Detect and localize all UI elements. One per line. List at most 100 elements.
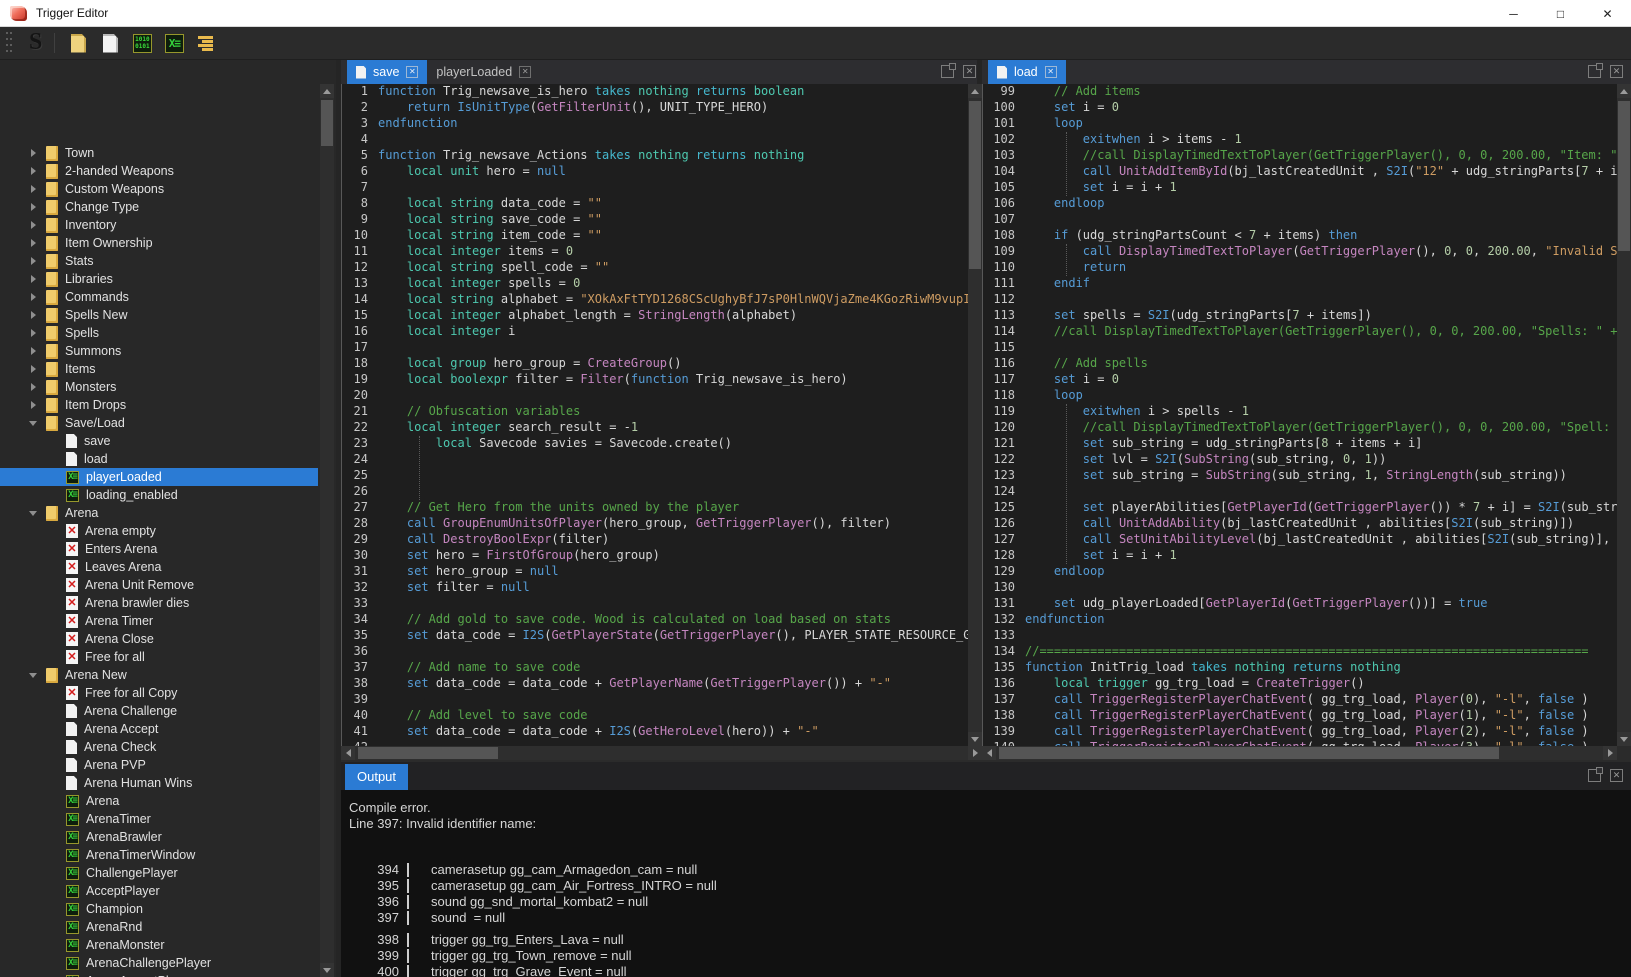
chevron-right-icon[interactable]: [20, 293, 46, 301]
tree-item-arenarnd[interactable]: X≡ArenaRnd: [0, 918, 318, 936]
jass-script-icon[interactable]: S: [29, 29, 42, 56]
tree-item-arena-pvp[interactable]: Arena PVP: [0, 756, 318, 774]
tree-item-challengeplayer[interactable]: X≡ChallengePlayer: [0, 864, 318, 882]
middle-editor-close-icon[interactable]: ✕: [963, 65, 976, 78]
variables-button[interactable]: [195, 32, 217, 54]
tree-item-spells-new[interactable]: Spells New: [0, 306, 318, 324]
tree-item-arenachallengeplayer[interactable]: X≡ArenaChallengePlayer: [0, 954, 318, 972]
middle-tab-playerloaded[interactable]: playerLoaded✕: [427, 60, 540, 84]
tree-item-loading-enabled[interactable]: X≡loading_enabled: [0, 486, 318, 504]
middle-code-editor[interactable]: 1function Trig_newsave_is_hero takes not…: [341, 84, 968, 746]
chevron-right-icon[interactable]: [20, 185, 46, 193]
right-vscroll-thumb[interactable]: [1618, 101, 1630, 251]
chevron-right-icon[interactable]: [20, 311, 46, 319]
tree-item-arena-accept[interactable]: Arena Accept: [0, 720, 318, 738]
scroll-down-icon[interactable]: [968, 732, 982, 746]
tree-item-arena-brawler-dies[interactable]: ✕Arena brawler dies: [0, 594, 318, 612]
tree-item-item-drops[interactable]: Item Drops: [0, 396, 318, 414]
scroll-left-icon[interactable]: [341, 746, 355, 760]
tree-item-monsters[interactable]: Monsters: [0, 378, 318, 396]
chevron-right-icon[interactable]: [20, 329, 46, 337]
tree-item-stats[interactable]: Stats: [0, 252, 318, 270]
right-hscrollbar[interactable]: [982, 746, 1617, 760]
middle-hscrollbar[interactable]: [341, 746, 982, 760]
tree-item-arena-challenge[interactable]: Arena Challenge: [0, 702, 318, 720]
chevron-right-icon[interactable]: [20, 203, 46, 211]
tree-item-arenatimer[interactable]: X≡ArenaTimer: [0, 810, 318, 828]
tree-item-arenamonster[interactable]: X≡ArenaMonster: [0, 936, 318, 954]
tree-item-arena-human-wins[interactable]: Arena Human Wins: [0, 774, 318, 792]
new-category-button[interactable]: [67, 32, 89, 54]
tree-item-arena[interactable]: X≡Arena: [0, 792, 318, 810]
chevron-right-icon[interactable]: [20, 275, 46, 283]
tree-item-town[interactable]: Town: [0, 144, 318, 162]
output-close-icon[interactable]: ✕: [1610, 769, 1623, 782]
tree-item-summons[interactable]: Summons: [0, 342, 318, 360]
tree-item-load[interactable]: load: [0, 450, 318, 468]
tree-item-free-for-all[interactable]: ✕Free for all: [0, 648, 318, 666]
chevron-right-icon[interactable]: [20, 401, 46, 409]
chevron-right-icon[interactable]: [20, 239, 46, 247]
tree-item-save[interactable]: save: [0, 432, 318, 450]
tree-item-leaves-arena[interactable]: ✕Leaves Arena: [0, 558, 318, 576]
tab-output[interactable]: Output: [345, 764, 408, 790]
tree-item-free-for-all-copy[interactable]: ✕Free for all Copy: [0, 684, 318, 702]
right-hscroll-thumb[interactable]: [999, 747, 1499, 759]
tree-item-playerloaded[interactable]: X≡playerLoaded: [0, 468, 318, 486]
chevron-right-icon[interactable]: [20, 221, 46, 229]
new-trigger-button[interactable]: [99, 32, 121, 54]
scroll-up-icon[interactable]: [968, 84, 982, 98]
tree-item-arenaacceptplayer[interactable]: X≡ArenaAcceptPlayer: [0, 972, 318, 977]
chevron-right-icon[interactable]: [20, 167, 46, 175]
scroll-left-icon[interactable]: [982, 746, 996, 760]
chevron-right-icon[interactable]: [20, 347, 46, 355]
toolbar-grip-handle[interactable]: [6, 32, 13, 55]
tree-item-enters-arena[interactable]: ✕Enters Arena: [0, 540, 318, 558]
chevron-right-icon[interactable]: [20, 257, 46, 265]
output-float-icon[interactable]: [1588, 769, 1601, 782]
right-editor-float-icon[interactable]: [1588, 65, 1601, 78]
scroll-right-icon[interactable]: [1603, 746, 1617, 760]
binary-script-button[interactable]: 1010 0101: [131, 32, 153, 54]
right-editor-close-icon[interactable]: ✕: [1610, 65, 1623, 78]
tree-item-arena-new[interactable]: Arena New: [0, 666, 318, 684]
tree-item-acceptplayer[interactable]: X≡AcceptPlayer: [0, 882, 318, 900]
tab-close-icon[interactable]: ✕: [1045, 66, 1057, 78]
tree-item-save-load[interactable]: Save/Load: [0, 414, 318, 432]
tree-item-champion[interactable]: X≡Champion: [0, 900, 318, 918]
tree-item-custom-weapons[interactable]: Custom Weapons: [0, 180, 318, 198]
tab-close-icon[interactable]: ✕: [519, 66, 531, 78]
tree-item-arena-check[interactable]: Arena Check: [0, 738, 318, 756]
scroll-right-icon[interactable]: [968, 746, 982, 760]
tree-item-spells[interactable]: Spells: [0, 324, 318, 342]
middle-vscroll-thumb[interactable]: [969, 101, 981, 269]
tab-close-icon[interactable]: ✕: [406, 66, 418, 78]
tree-item-commands[interactable]: Commands: [0, 288, 318, 306]
chevron-down-icon[interactable]: [20, 511, 46, 516]
right-tab-load[interactable]: load✕: [988, 60, 1066, 84]
chevron-right-icon[interactable]: [20, 149, 46, 157]
tree-item-arenabrawler[interactable]: X≡ArenaBrawler: [0, 828, 318, 846]
maximize-button[interactable]: □: [1537, 0, 1584, 27]
tree-vscrollbar[interactable]: [320, 84, 334, 977]
tree-item-2-handed-weapons[interactable]: 2-handed Weapons: [0, 162, 318, 180]
middle-vscrollbar[interactable]: [968, 84, 982, 746]
scroll-down-icon[interactable]: [320, 963, 334, 977]
tree-item-arena-timer[interactable]: ✕Arena Timer: [0, 612, 318, 630]
tree-item-items[interactable]: Items: [0, 360, 318, 378]
chevron-down-icon[interactable]: [20, 673, 46, 678]
tree-item-change-type[interactable]: Change Type: [0, 198, 318, 216]
scroll-down-icon[interactable]: [1617, 732, 1631, 746]
middle-hscroll-thumb[interactable]: [358, 747, 498, 759]
chevron-right-icon[interactable]: [20, 383, 46, 391]
custom-script-button[interactable]: X≡: [163, 32, 185, 54]
tree-item-libraries[interactable]: Libraries: [0, 270, 318, 288]
tree-item-item-ownership[interactable]: Item Ownership: [0, 234, 318, 252]
right-code-editor[interactable]: 99 // Add items100 set i = 0101 loop102 …: [982, 84, 1617, 746]
right-vscrollbar[interactable]: [1617, 84, 1631, 746]
tree-item-arena-empty[interactable]: ✕Arena empty: [0, 522, 318, 540]
tree-item-arena-close[interactable]: ✕Arena Close: [0, 630, 318, 648]
middle-tab-save[interactable]: save✕: [347, 60, 427, 84]
tree-item-arena[interactable]: Arena: [0, 504, 318, 522]
scroll-up-icon[interactable]: [1617, 84, 1631, 98]
